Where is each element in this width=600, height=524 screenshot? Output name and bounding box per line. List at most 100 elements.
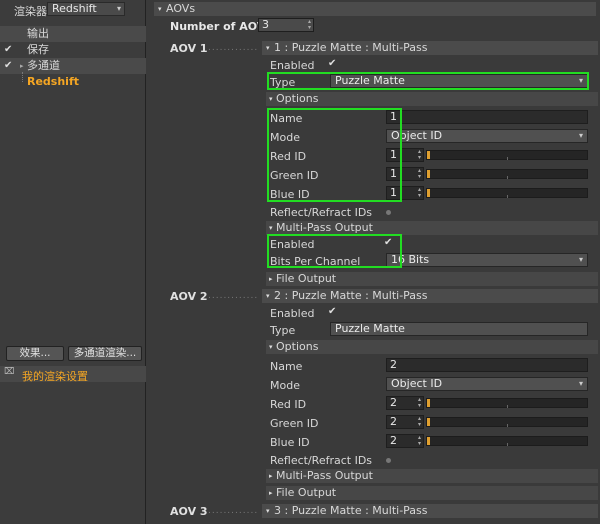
aov1-enabled-label: Enabled (270, 59, 315, 72)
stepper-icon[interactable]: ▴ ▾ (418, 168, 421, 180)
aov1-name-value: 1 (390, 110, 397, 123)
aovs-section-header[interactable]: ▾ AOVs (154, 2, 596, 16)
effects-button[interactable]: 效果... (6, 346, 64, 361)
slider-tick (507, 157, 508, 160)
aov1-file-output-header[interactable]: ▸ File Output (266, 272, 598, 286)
aov2-red-input[interactable]: 2 ▴ ▾ (386, 396, 424, 410)
aov2-reflect-toggle[interactable] (386, 458, 391, 463)
stepper-icon[interactable]: ▴ ▾ (418, 187, 421, 199)
tree-connector (22, 72, 23, 82)
aov1-blue-slider[interactable] (426, 188, 588, 198)
aov2-red-slider[interactable] (426, 398, 588, 408)
aov1-red-slider[interactable] (426, 150, 588, 160)
aov2-header[interactable]: ▾ 2 : Puzzle Matte : Multi-Pass (262, 289, 598, 303)
aov2-enabled-label: Enabled (270, 307, 315, 320)
aov1-reflect-label: Reflect/Refract IDs (270, 206, 373, 219)
aov2-type-label: Type (270, 324, 296, 337)
expand-triangle-icon: ▸ (269, 275, 273, 283)
my-render-settings-item[interactable]: ⌧ 我的渲染设置 (0, 366, 146, 383)
aov1-green-value: 1 (390, 167, 397, 180)
aov1-enabled-checkbox[interactable]: ✔ (328, 58, 336, 69)
aov3-header[interactable]: ▾ 3 : Puzzle Matte : Multi-Pass (262, 504, 598, 518)
aov2-mpo-label: Multi-Pass Output (276, 469, 373, 482)
aov1-mpo-header[interactable]: ▾ Multi-Pass Output (266, 221, 598, 235)
collapse-triangle-icon: ▾ (269, 224, 273, 232)
aov1-name-input[interactable]: 1 (386, 110, 588, 124)
aov2-name-input[interactable]: 2 (386, 358, 588, 372)
collapse-triangle-icon: ▾ (266, 507, 270, 515)
aov1-type-dropdown[interactable]: Puzzle Matte ▾ (330, 74, 588, 88)
multipass-render-button[interactable]: 多通道渲染... (68, 346, 142, 361)
aov1-blue-label: Blue ID (270, 188, 310, 201)
aov2-reflect-label: Reflect/Refract IDs (270, 454, 373, 467)
aov1-red-value: 1 (390, 148, 397, 161)
aov2-mpo-header[interactable]: ▸ Multi-Pass Output (266, 469, 598, 483)
slider-thumb[interactable] (427, 151, 430, 159)
aov1-title: AOV 1 (170, 42, 208, 55)
aov1-blue-input[interactable]: 1 ▴ ▾ (386, 186, 424, 200)
aov2-type-dropdown[interactable]: Puzzle Matte (330, 322, 588, 336)
collapse-triangle-icon: ▾ (266, 292, 270, 300)
aov1-red-label: Red ID (270, 150, 307, 163)
tree-item-label: 多通道 (27, 59, 60, 72)
aov1-name-label: Name (270, 112, 303, 125)
aov2-type-value: Puzzle Matte (335, 322, 405, 335)
checkmark-icon[interactable]: ✔ (4, 42, 12, 58)
settings-label: 我的渲染设置 (22, 370, 88, 383)
aov2-enabled-checkbox[interactable]: ✔ (328, 306, 336, 317)
aov2-blue-slider[interactable] (426, 436, 588, 446)
aov1-header-label: 1 : Puzzle Matte : Multi-Pass (274, 41, 428, 54)
expand-triangle-icon: ▸ (269, 472, 273, 480)
collapse-triangle-icon: ▾ (266, 44, 270, 52)
collapse-triangle-icon: ▾ (158, 5, 162, 13)
stepper-icon[interactable]: ▴ ▾ (418, 397, 421, 409)
renderer-row: 渲染器 Redshift ▾ (0, 0, 146, 18)
expand-triangle-icon: ▸ (269, 489, 273, 497)
aov2-blue-input[interactable]: 2 ▴ ▾ (386, 434, 424, 448)
chevron-down-icon: ▾ (578, 379, 583, 388)
num-aovs-input[interactable]: 3 ▴ ▾ (258, 18, 314, 32)
aov2-file-output-header[interactable]: ▸ File Output (266, 486, 598, 500)
aov1-options-label: Options (276, 92, 319, 105)
aov2-green-slider[interactable] (426, 417, 588, 427)
aov2-green-input[interactable]: 2 ▴ ▾ (386, 415, 424, 429)
collapse-triangle-icon: ▾ (269, 95, 273, 103)
aov1-green-input[interactable]: 1 ▴ ▾ (386, 167, 424, 181)
aov2-options-header[interactable]: ▾ Options (266, 340, 598, 354)
aov1-green-slider[interactable] (426, 169, 588, 179)
dotted-leader: ............. (208, 291, 259, 301)
aov2-green-value: 2 (390, 415, 397, 428)
renderer-dropdown[interactable]: Redshift ▾ (47, 2, 125, 16)
stepper-icon[interactable]: ▴ ▾ (418, 416, 421, 428)
slider-thumb[interactable] (427, 399, 430, 407)
aov2-title: AOV 2 (170, 290, 208, 303)
stepper-icon[interactable]: ▴ ▾ (418, 435, 421, 447)
aov1-green-label: Green ID (270, 169, 319, 182)
stepper-icon[interactable]: ▴ ▾ (418, 149, 421, 161)
aov1-mpo-enabled-checkbox[interactable]: ✔ (384, 237, 392, 248)
aov2-file-output-label: File Output (276, 486, 337, 499)
num-aovs-value: 3 (262, 18, 269, 31)
slider-thumb[interactable] (427, 170, 430, 178)
aov1-header[interactable]: ▾ 1 : Puzzle Matte : Multi-Pass (262, 41, 598, 55)
aov1-mode-dropdown[interactable]: Object ID ▾ (386, 129, 588, 143)
slider-tick (507, 176, 508, 179)
slider-thumb[interactable] (427, 437, 430, 445)
slider-thumb[interactable] (427, 189, 430, 197)
stepper-icon[interactable]: ▴ ▾ (308, 19, 311, 31)
aov1-bits-dropdown[interactable]: 16 Bits ▾ (386, 253, 588, 267)
checkmark-icon[interactable]: ✔ (4, 58, 12, 74)
tree-item-label: Redshift (27, 75, 79, 88)
aov1-options-header[interactable]: ▾ Options (266, 92, 598, 106)
tree-item-save[interactable]: ✔ 保存 (0, 42, 146, 58)
aov1-mpo-label: Multi-Pass Output (276, 221, 373, 234)
chevron-down-icon: ▾ (578, 76, 583, 85)
aov1-red-input[interactable]: 1 ▴ ▾ (386, 148, 424, 162)
slider-thumb[interactable] (427, 418, 430, 426)
aov2-blue-label: Blue ID (270, 436, 310, 449)
aov1-reflect-toggle[interactable] (386, 210, 391, 215)
aov2-red-value: 2 (390, 396, 397, 409)
aov2-mode-dropdown[interactable]: Object ID ▾ (386, 377, 588, 391)
dotted-leader: ............. (208, 43, 259, 53)
tree-item-output[interactable]: 输出 (0, 26, 146, 42)
